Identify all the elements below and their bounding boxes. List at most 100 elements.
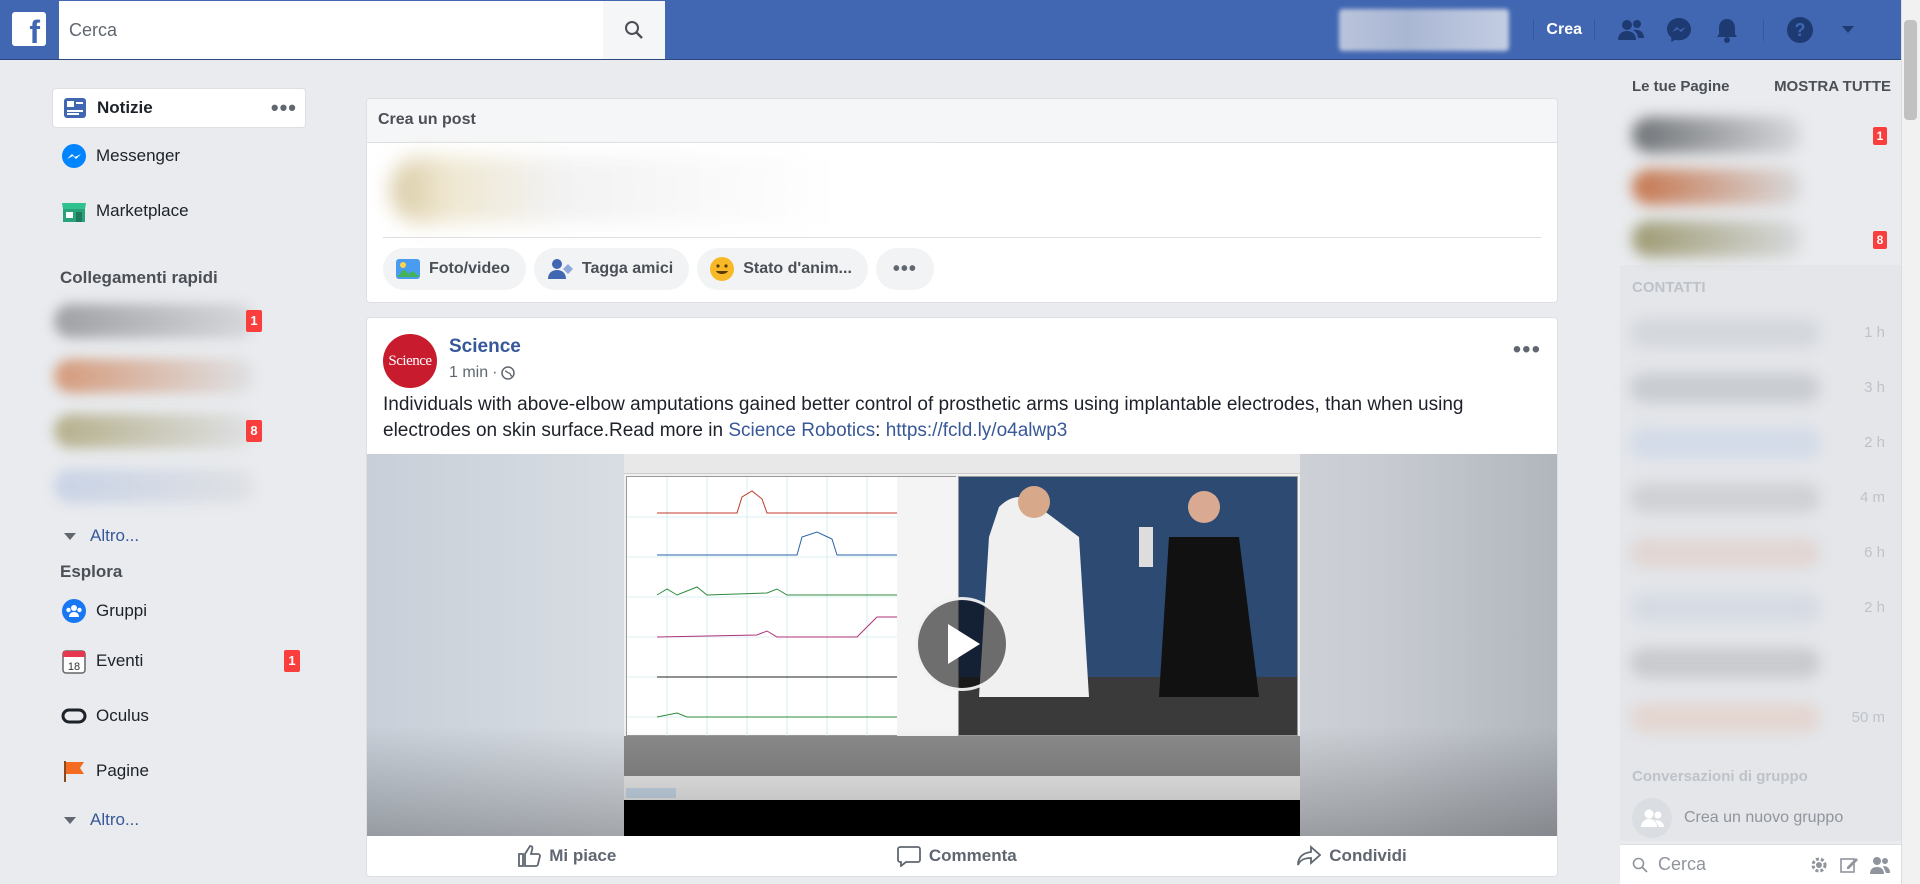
sidebar-item-groups[interactable]: Gruppi [52, 588, 306, 633]
top-navigation-bar: f Crea ? [0, 0, 1920, 60]
sidebar-item-label: Notizie [97, 98, 153, 117]
more-options-icon: ••• [1512, 336, 1541, 363]
science-robotics-link[interactable]: Science Robotics [728, 420, 875, 441]
contacts-title: CONTATTI [1632, 279, 1706, 296]
facebook-logo[interactable]: f [12, 12, 46, 46]
play-icon [948, 624, 980, 664]
profile-link[interactable] [1339, 9, 1510, 51]
contact-last-active: 3 h [1864, 379, 1885, 396]
post-header: Science Science 1 min · ••• [367, 318, 1557, 392]
post-text-separator: : [875, 420, 886, 441]
smiley-icon [710, 257, 735, 281]
feeling-label: Stato d'anim... [743, 260, 852, 277]
friends-icon [1618, 20, 1644, 40]
composer-title: Crea un post [367, 99, 1557, 143]
sidebar-item-events[interactable]: 18 Eventi 1 [52, 633, 306, 688]
contact-item[interactable] [1620, 636, 1901, 691]
post-timestamp[interactable]: 1 min · [449, 364, 521, 382]
messenger-icon [60, 142, 88, 170]
composer-more-button[interactable]: ••• [875, 248, 934, 290]
play-button[interactable] [915, 597, 1009, 691]
create-new-group-button[interactable]: Crea un nuovo gruppo [1620, 795, 1901, 841]
photo-icon [396, 259, 420, 279]
shortcut-item[interactable] [48, 349, 268, 404]
post-actions: Mi piace Commenta Condividi [367, 836, 1557, 876]
shortcut-item[interactable] [48, 459, 268, 514]
share-button[interactable]: Condividi [1297, 845, 1407, 867]
oculus-icon [60, 702, 88, 730]
photo-video-button[interactable]: Foto/video [383, 248, 526, 290]
page-item[interactable]: 8 [1626, 213, 1901, 265]
news-feed-icon [61, 94, 89, 122]
compose-icon[interactable] [1839, 855, 1859, 875]
account-menu-button[interactable] [1824, 0, 1872, 60]
explore-more-link[interactable]: Altro... [52, 798, 306, 842]
search-input[interactable] [59, 1, 603, 59]
contact-last-active: 4 m [1859, 489, 1885, 506]
video-software-toolbar [624, 454, 1300, 474]
sidebar-item-label: Oculus [96, 705, 149, 725]
contact-item[interactable]: 1 h [1620, 306, 1901, 361]
tag-friends-button[interactable]: Tagga amici [533, 248, 690, 290]
page-item[interactable] [1626, 161, 1901, 213]
contact-last-active: 1 h [1864, 324, 1885, 341]
avatar[interactable]: Science [383, 334, 437, 388]
more-options-icon[interactable]: ••• [271, 95, 297, 121]
sidebar-item-news-feed[interactable]: Notizie ••• [52, 88, 306, 128]
page-scrollbar[interactable] [1901, 0, 1920, 884]
shortcuts-title: Collegamenti rapidi [60, 268, 218, 287]
post-options-button[interactable]: ••• [1513, 336, 1541, 364]
shortcut-item[interactable]: 1 [48, 294, 268, 349]
messenger-icon [1667, 18, 1691, 42]
sidebar-item-pages[interactable]: Pagine [52, 743, 306, 798]
left-sidebar: Notizie ••• Messenger Marketplace Colleg… [52, 88, 306, 842]
shortcut-item[interactable]: 8 [48, 404, 268, 459]
friend-requests-button[interactable] [1607, 0, 1655, 60]
svg-text:18: 18 [68, 661, 80, 673]
feed-post: Science Science 1 min · ••• Individuals … [366, 317, 1558, 877]
share-label: Condividi [1329, 846, 1407, 865]
contact-item[interactable]: 3 h [1620, 361, 1901, 416]
sidebar-item-oculus[interactable]: Oculus [52, 688, 306, 743]
search-button[interactable] [603, 1, 665, 59]
video-signal-traces [627, 477, 957, 737]
like-button[interactable]: Mi piace [517, 845, 616, 867]
post-video[interactable] [367, 454, 1557, 836]
notification-badge: 1 [246, 310, 262, 332]
show-all-link[interactable]: MOSTRA TUTTE [1774, 78, 1891, 95]
tag-friends-icon [547, 259, 573, 279]
post-author[interactable]: Science [449, 336, 521, 358]
search-icon [625, 21, 643, 39]
video-chart-window [626, 476, 957, 737]
post-url-link[interactable]: https://fcld.ly/o4alwp3 [886, 420, 1068, 441]
sidebar-item-label: Messenger [96, 145, 181, 165]
help-button[interactable]: ? [1776, 0, 1824, 60]
new-group-label: Crea un nuovo gruppo [1684, 809, 1844, 826]
gear-icon[interactable] [1809, 855, 1829, 875]
scrollbar-thumb[interactable] [1904, 20, 1917, 120]
messenger-button[interactable] [1655, 0, 1703, 60]
contact-item[interactable]: 2 h [1620, 581, 1901, 636]
composer-placeholder-blurred [391, 157, 951, 223]
chat-search-bar[interactable]: Cerca [1620, 844, 1901, 884]
svg-text:?: ? [1795, 20, 1806, 40]
comment-label: Commenta [928, 846, 1017, 865]
friends-icon[interactable] [1869, 855, 1891, 875]
feeling-activity-button[interactable]: Stato d'anim... [697, 248, 868, 290]
shortcuts-more-link[interactable]: Altro... [52, 514, 306, 558]
contact-item[interactable]: 6 h [1620, 526, 1901, 581]
sidebar-item-messenger[interactable]: Messenger [52, 128, 306, 183]
contact-item[interactable]: 2 h [1620, 416, 1901, 471]
sidebar-item-marketplace[interactable]: Marketplace [52, 183, 306, 238]
create-button[interactable]: Crea [1546, 21, 1582, 39]
comment-button[interactable]: Commenta [896, 845, 1017, 867]
page-item[interactable]: 1 [1626, 109, 1901, 161]
contact-item[interactable]: 4 m [1620, 471, 1901, 526]
photo-video-label: Foto/video [429, 260, 510, 277]
events-icon: 18 [60, 647, 88, 675]
composer-actions: Foto/video Tagga amici Stato d'anim... •… [367, 238, 1557, 302]
contact-item[interactable]: 50 m [1620, 691, 1901, 746]
chat-tools [1809, 855, 1901, 875]
notifications-button[interactable] [1703, 0, 1751, 60]
composer-input-area[interactable] [383, 143, 1541, 238]
